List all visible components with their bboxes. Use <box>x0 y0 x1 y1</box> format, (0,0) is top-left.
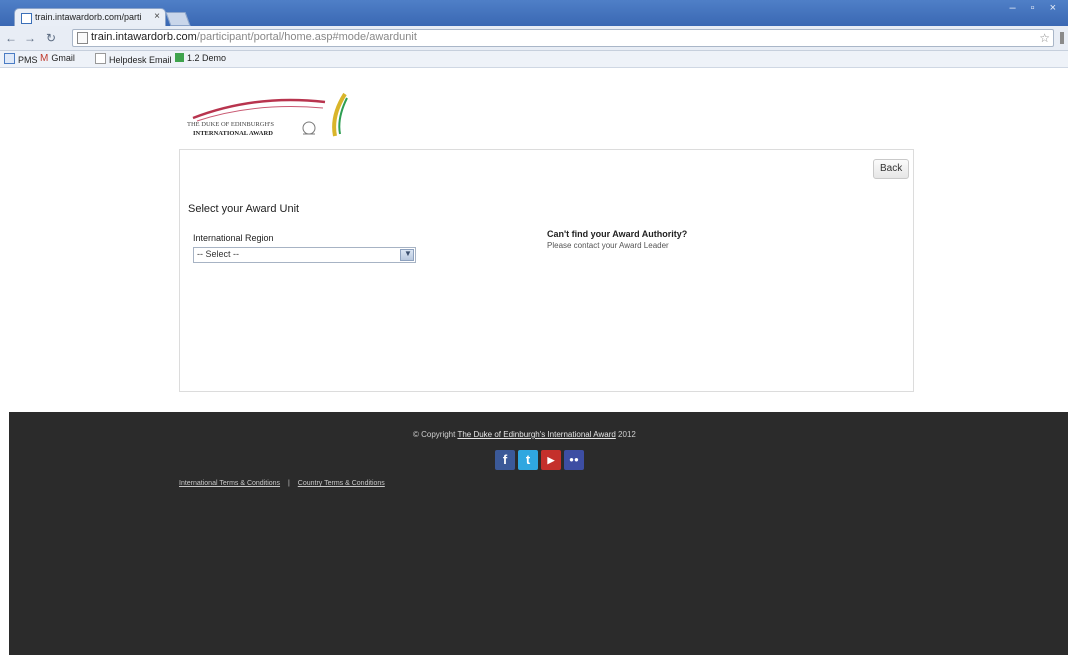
international-terms-link[interactable]: International Terms & Conditions <box>179 480 280 487</box>
logo-line2: INTERNATIONAL AWARD <box>193 130 273 137</box>
url-host: train.intawardorb.com <box>91 31 197 43</box>
bookmarks-bar: PMS M Gmail Helpdesk Email 1.2 Demo <box>0 51 1068 68</box>
address-bar[interactable]: train.intawardorb.com/participant/portal… <box>72 29 1054 47</box>
page-icon <box>77 32 88 44</box>
facebook-icon[interactable]: f <box>495 450 515 470</box>
browser-toolbar: ← → ↻ train.intawardorb.com/participant/… <box>0 26 1068 51</box>
new-tab-button[interactable] <box>165 12 191 26</box>
window-controls[interactable]: – ▫ × <box>1009 2 1062 14</box>
copyright: © Copyright The Duke of Edinburgh's Inte… <box>413 430 636 439</box>
award-logo: THE DUKE OF EDINBURGH'S INTERNATIONAL AW… <box>185 88 355 150</box>
chevron-down-icon[interactable]: ▼ <box>400 249 414 261</box>
copyright-prefix: © Copyright <box>413 430 456 439</box>
bookmark-label: Gmail <box>51 53 75 63</box>
tab-title: train.intawardorb.com/parti <box>35 12 142 22</box>
terms-separator: | <box>288 480 290 487</box>
award-unit-panel <box>179 149 914 392</box>
bookmark-pms[interactable]: PMS <box>4 53 38 65</box>
flickr-icon[interactable]: ●● <box>564 450 584 470</box>
youtube-icon[interactable]: ▶ <box>541 450 561 470</box>
browser-titlebar: train.intawardorb.com/parti × – ▫ × <box>0 0 1068 27</box>
twitter-icon[interactable]: t <box>518 450 538 470</box>
page-title: Select your Award Unit <box>188 203 300 215</box>
copyright-link[interactable]: The Duke of Edinburgh's International Aw… <box>457 430 615 439</box>
bookmark-helpdesk[interactable]: Helpdesk Email <box>95 53 172 65</box>
gmail-icon: M <box>40 53 49 64</box>
bookmark-demo[interactable]: 1.2 Demo <box>175 53 226 63</box>
bookmark-gmail[interactable]: M Gmail <box>40 53 75 64</box>
award-logo-graphic: THE DUKE OF EDINBURGH'S INTERNATIONAL AW… <box>187 92 348 137</box>
demo-icon <box>175 53 184 62</box>
bookmark-label: PMS <box>18 55 38 65</box>
bookmark-label: 1.2 Demo <box>187 53 227 63</box>
terms-links: International Terms & Conditions | Count… <box>179 480 385 487</box>
url-path: /participant/portal/home.asp#mode/awardu… <box>196 31 417 43</box>
back-arrow-icon[interactable]: ← <box>5 31 17 45</box>
page-icon <box>95 53 106 64</box>
wrench-menu-icon[interactable] <box>1060 32 1064 44</box>
region-label: International Region <box>193 233 274 243</box>
bookmark-star-icon[interactable]: ☆ <box>1039 31 1050 45</box>
region-select[interactable]: -- Select -- ▼ <box>193 247 416 263</box>
address-url[interactable]: train.intawardorb.com/participant/portal… <box>91 31 417 43</box>
tab-close-icon[interactable]: × <box>154 11 160 22</box>
site-footer <box>9 412 1068 655</box>
browser-tab[interactable]: train.intawardorb.com/parti × <box>14 8 166 27</box>
copyright-year: 2012 <box>618 430 636 439</box>
page-favicon-icon <box>21 13 32 24</box>
forward-arrow-icon[interactable]: → <box>24 31 36 45</box>
reload-icon[interactable]: ↻ <box>46 31 56 45</box>
help-title: Can't find your Award Authority? <box>547 229 688 239</box>
help-text: Please contact your Award Leader <box>547 241 669 250</box>
pms-icon <box>4 53 15 64</box>
logo-line1: THE DUKE OF EDINBURGH'S <box>187 121 274 128</box>
bookmark-label: Helpdesk Email <box>109 55 172 65</box>
back-button[interactable]: Back <box>873 159 910 179</box>
region-select-value: -- Select -- <box>197 249 240 259</box>
country-terms-link[interactable]: Country Terms & Conditions <box>298 480 385 487</box>
